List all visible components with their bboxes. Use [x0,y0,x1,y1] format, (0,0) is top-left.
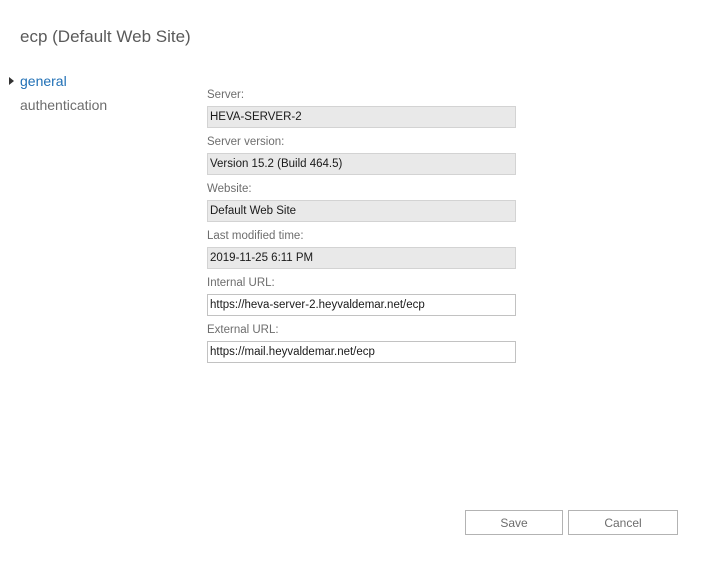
nav-item-general[interactable]: general [8,72,107,96]
nav-item-general-label: general [20,73,67,89]
last-modified-field-group: Last modified time: 2019-11-25 6:11 PM [207,230,516,277]
last-modified-value: 2019-11-25 6:11 PM [207,247,516,269]
general-form: Server: HEVA-SERVER-2 Server version: Ve… [207,89,516,371]
server-version-field-group: Server version: Version 15.2 (Build 464.… [207,136,516,183]
save-button[interactable]: Save [465,510,563,535]
external-url-field-group: External URL: [207,324,516,371]
website-label: Website: [207,183,252,195]
server-value: HEVA-SERVER-2 [207,106,516,128]
internal-url-field-group: Internal URL: [207,277,516,324]
triangle-right-icon [9,77,14,85]
server-version-label: Server version: [207,136,285,148]
dialog-title: ecp (Default Web Site) [20,27,191,46]
internal-url-label: Internal URL: [207,277,275,289]
server-field-group: Server: HEVA-SERVER-2 [207,89,516,136]
website-field-group: Website: Default Web Site [207,183,516,230]
internal-url-input[interactable] [207,294,516,316]
cancel-button[interactable]: Cancel [568,510,678,535]
section-nav: general authentication [8,72,107,120]
server-label: Server: [207,89,245,101]
external-url-label: External URL: [207,324,279,336]
last-modified-label: Last modified time: [207,230,304,242]
website-value: Default Web Site [207,200,516,222]
nav-item-authentication-label: authentication [20,97,108,113]
nav-item-authentication[interactable]: authentication [8,96,107,120]
external-url-input[interactable] [207,341,516,363]
server-version-value: Version 15.2 (Build 464.5) [207,153,516,175]
